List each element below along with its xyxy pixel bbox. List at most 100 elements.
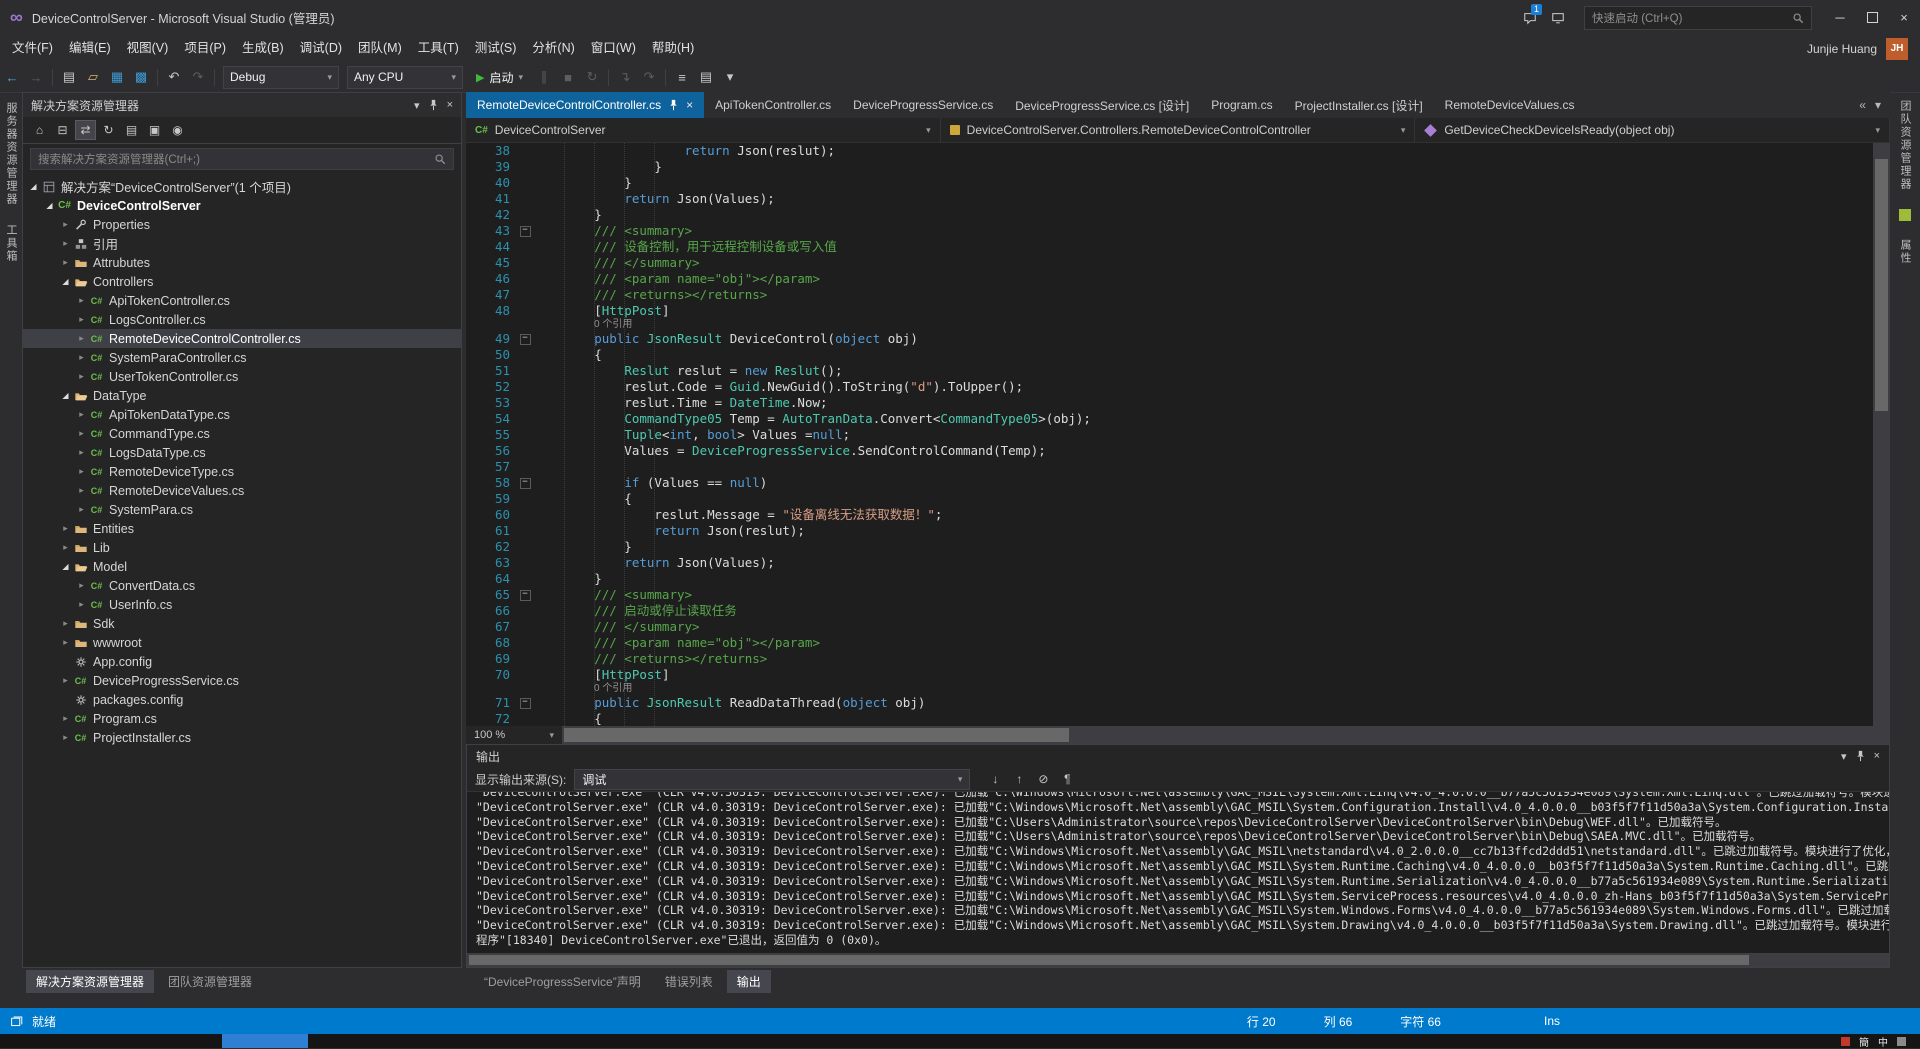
feedback-icon[interactable]: 1 bbox=[1516, 0, 1544, 35]
quick-launch-input[interactable]: 快速启动 (Ctrl+Q) bbox=[1584, 5, 1812, 30]
expander-icon[interactable]: ▸ bbox=[75, 599, 88, 610]
tree-item-15[interactable]: ▸ C# RemoteDeviceType.cs bbox=[23, 462, 461, 481]
tree-item-26[interactable]: ▸ C# DeviceProgressService.cs bbox=[23, 671, 461, 690]
collapse-all-icon[interactable]: ⊟ bbox=[52, 120, 73, 140]
expander-icon[interactable]: ▸ bbox=[75, 428, 88, 439]
avatar[interactable]: JH bbox=[1886, 37, 1908, 60]
solution-explorer-search-input[interactable]: 搜索解决方案资源管理器(Ctrl+;) bbox=[30, 148, 454, 170]
menu-item-5[interactable]: 调试(D) bbox=[292, 35, 350, 62]
sync-with-active-document-icon[interactable]: ⇄ bbox=[75, 120, 96, 140]
close-icon[interactable]: × bbox=[686, 98, 693, 112]
open-file-icon[interactable]: ▱ bbox=[81, 69, 105, 85]
save-all-icon[interactable]: ▩ bbox=[129, 69, 153, 85]
tree-item-18[interactable]: ▸ Entities bbox=[23, 519, 461, 538]
taskbar-notification-icon[interactable] bbox=[1841, 1036, 1850, 1046]
tree-item-10[interactable]: ▸ C# UserTokenController.cs bbox=[23, 367, 461, 386]
show-all-files-icon[interactable]: ▤ bbox=[121, 120, 142, 140]
preview-selected-items-icon[interactable]: ◉ bbox=[167, 120, 188, 140]
step-over-icon[interactable]: ↷ bbox=[637, 69, 661, 85]
tree-item-11[interactable]: ◢ DataType bbox=[23, 386, 461, 405]
scroll-tabs-icon[interactable]: « bbox=[1859, 98, 1866, 112]
tree-item-7[interactable]: ▸ C# LogsController.cs bbox=[23, 310, 461, 329]
expander-icon[interactable]: ▸ bbox=[59, 713, 72, 724]
tree-item-9[interactable]: ▸ C# SystemParaController.cs bbox=[23, 348, 461, 367]
expander-icon[interactable]: ▸ bbox=[75, 466, 88, 477]
taskbar-tray-icon[interactable] bbox=[1897, 1036, 1906, 1046]
expander-icon[interactable]: ▸ bbox=[75, 409, 88, 420]
menu-item-7[interactable]: 工具(T) bbox=[410, 35, 467, 62]
start-debugging-button[interactable]: ▶ 启动 ▾ bbox=[476, 69, 523, 86]
expander-icon[interactable]: ◢ bbox=[43, 201, 56, 210]
menu-item-9[interactable]: 分析(N) bbox=[524, 35, 582, 62]
fold-collapse-icon[interactable]: − bbox=[519, 589, 531, 601]
window-list-icon[interactable]: ▾ bbox=[1875, 98, 1881, 112]
bottom-tab-panel-0[interactable]: “DeviceProgressService”声明 bbox=[474, 970, 651, 993]
tree-item-12[interactable]: ▸ C# ApiTokenDataType.cs bbox=[23, 405, 461, 424]
next-message-icon[interactable]: ↓ bbox=[984, 770, 1006, 789]
close-icon[interactable]: × bbox=[447, 99, 453, 111]
right-strip-tab-0[interactable]: 团队资源管理器 bbox=[1897, 100, 1913, 191]
fold-collapse-icon[interactable]: − bbox=[519, 697, 531, 709]
tree-item-13[interactable]: ▸ C# CommandType.cs bbox=[23, 424, 461, 443]
menu-item-3[interactable]: 项目(P) bbox=[176, 35, 234, 62]
ime-simplified-icon[interactable]: 簡 bbox=[1859, 1034, 1869, 1049]
pin-icon[interactable] bbox=[1855, 750, 1866, 762]
background-tasks-icon[interactable] bbox=[10, 1015, 23, 1028]
expander-icon[interactable]: ▸ bbox=[59, 238, 72, 249]
step-into-icon[interactable]: ↴ bbox=[613, 69, 637, 85]
breadcrumb-segment-2[interactable]: GetDeviceCheckDeviceIsReady(object obj) ▾ bbox=[1415, 118, 1891, 142]
properties-icon[interactable]: ▣ bbox=[144, 120, 165, 140]
refresh-icon[interactable]: ↻ bbox=[98, 120, 119, 140]
toolbar-options-icon[interactable]: ▾ bbox=[718, 69, 742, 85]
zoom-control[interactable]: 100 % ▾ bbox=[466, 726, 562, 744]
tree-item-29[interactable]: ▸ C# ProjectInstaller.cs bbox=[23, 728, 461, 747]
previous-message-icon[interactable]: ↑ bbox=[1008, 770, 1030, 789]
expander-icon[interactable]: ◢ bbox=[27, 182, 40, 191]
navigate-forward-icon[interactable]: → bbox=[24, 70, 48, 85]
breadcrumb-segment-1[interactable]: DeviceControlServer.Controllers.RemoteDe… bbox=[941, 118, 1416, 142]
tree-item-25[interactable]: App.config bbox=[23, 652, 461, 671]
document-tab-2[interactable]: DeviceProgressService.cs bbox=[842, 92, 1004, 118]
expander-icon[interactable]: ◢ bbox=[59, 391, 72, 400]
left-strip-tab-0[interactable]: 服务器资源管理器 bbox=[3, 102, 19, 206]
tree-item-20[interactable]: ◢ Model bbox=[23, 557, 461, 576]
output-source-select[interactable]: 调试 ▾ bbox=[574, 768, 971, 790]
expander-icon[interactable]: ◢ bbox=[59, 277, 72, 286]
new-file-icon[interactable]: ▤ bbox=[57, 69, 81, 85]
tree-item-1[interactable]: ◢ C# DeviceControlServer bbox=[23, 196, 461, 215]
menu-item-2[interactable]: 视图(V) bbox=[119, 35, 177, 62]
codelens-references[interactable]: 0 个引用 bbox=[466, 319, 1890, 331]
menu-item-1[interactable]: 编辑(E) bbox=[61, 35, 119, 62]
word-wrap-icon[interactable]: ¶ bbox=[1056, 770, 1078, 789]
menu-item-10[interactable]: 窗口(W) bbox=[583, 35, 644, 62]
bottom-tab-left-1[interactable]: 团队资源管理器 bbox=[158, 970, 262, 993]
tree-item-4[interactable]: ▸ Attrubutes bbox=[23, 253, 461, 272]
expander-icon[interactable]: ▸ bbox=[59, 219, 72, 230]
maximize-button[interactable] bbox=[1856, 0, 1888, 35]
break-all-icon[interactable]: ∥ bbox=[532, 69, 556, 85]
close-button[interactable]: × bbox=[1888, 0, 1920, 35]
tree-item-27[interactable]: packages.config bbox=[23, 690, 461, 709]
insert-mode[interactable]: Ins bbox=[1544, 1014, 1560, 1028]
solution-platforms-select[interactable]: Any CPU ▾ bbox=[347, 65, 463, 89]
expander-icon[interactable]: ◢ bbox=[59, 562, 72, 571]
undo-icon[interactable]: ↶ bbox=[162, 69, 186, 85]
tree-item-0[interactable]: ◢ 解决方案“DeviceControlServer”(1 个项目) bbox=[23, 177, 461, 196]
redo-icon[interactable]: ↷ bbox=[186, 69, 210, 85]
solution-configurations-select[interactable]: Debug ▾ bbox=[223, 65, 339, 89]
bottom-tab-left-0[interactable]: 解决方案资源管理器 bbox=[26, 970, 155, 993]
tree-item-21[interactable]: ▸ C# ConvertData.cs bbox=[23, 576, 461, 595]
expander-icon[interactable]: ▸ bbox=[75, 447, 88, 458]
expander-icon[interactable]: ▸ bbox=[75, 371, 88, 382]
document-tab-1[interactable]: ApiTokenController.cs bbox=[704, 92, 842, 118]
tree-item-24[interactable]: ▸ wwwroot bbox=[23, 633, 461, 652]
tree-item-6[interactable]: ▸ C# ApiTokenController.cs bbox=[23, 291, 461, 310]
fold-margin[interactable]: − bbox=[516, 475, 534, 491]
expander-icon[interactable]: ▸ bbox=[75, 485, 88, 496]
right-strip-tab-1[interactable]: 属性 bbox=[1897, 239, 1913, 265]
expander-icon[interactable]: ▸ bbox=[59, 542, 72, 553]
menu-item-4[interactable]: 生成(B) bbox=[234, 35, 292, 62]
user-name[interactable]: Junjie Huang bbox=[1807, 42, 1877, 56]
home-icon[interactable]: ⌂ bbox=[29, 120, 50, 140]
find-in-files-icon[interactable]: ≡ bbox=[670, 70, 694, 85]
